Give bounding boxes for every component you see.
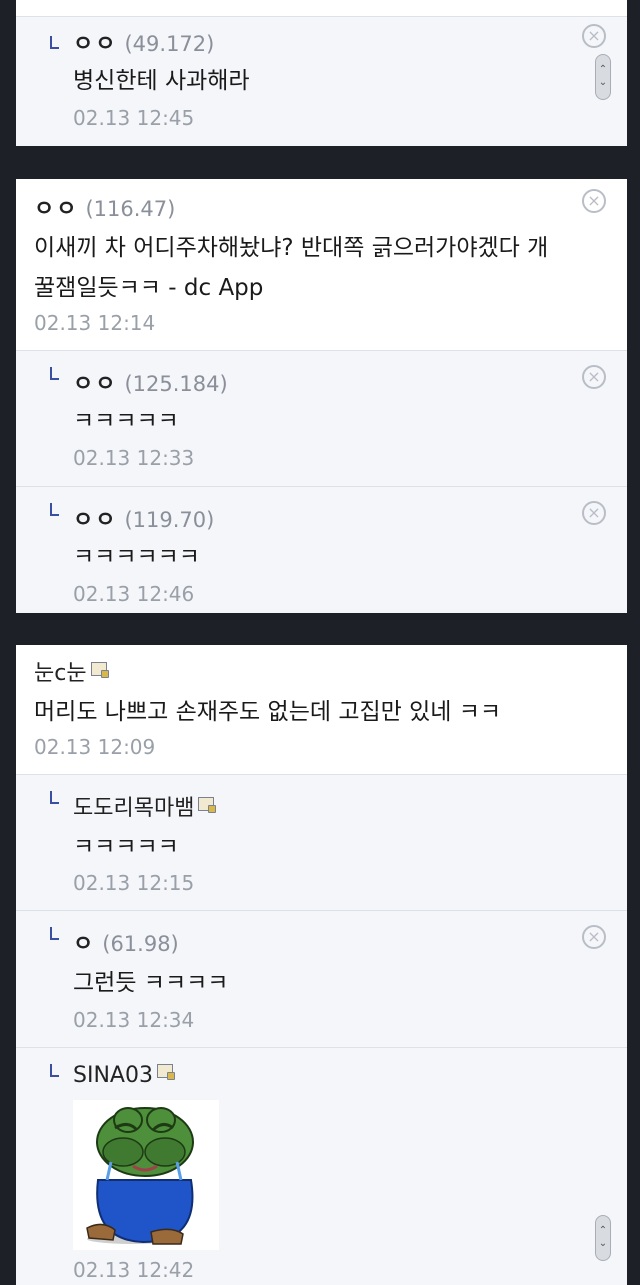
scroll-handle[interactable]: ⌃ ⌄ bbox=[595, 1215, 611, 1261]
ip-address: (61.98) bbox=[102, 932, 179, 956]
reply-arrow-icon bbox=[50, 36, 59, 49]
comment-author[interactable]: ㅇㅇ (116.47) bbox=[34, 191, 175, 223]
reply-item: 도도리목마뱀 ㅋㅋㅋㅋㅋ 02.13 12:15 bbox=[16, 774, 627, 910]
nickname: SINA03 bbox=[73, 1063, 153, 1088]
reply-text: ㅋㅋㅋㅋㅋ bbox=[73, 408, 179, 434]
gallery-member-icon bbox=[90, 662, 109, 678]
reply-author[interactable]: SINA03 bbox=[73, 1063, 175, 1088]
nickname: ㅇㅇ bbox=[73, 508, 118, 533]
delete-icon[interactable]: × bbox=[582, 365, 606, 389]
comment-text: 머리도 나쁘고 손재주도 없는데 고집만 있네 ㅋㅋ bbox=[34, 699, 502, 725]
reply-item: ㅇㅇ (125.184) ㅋㅋㅋㅋㅋ 02.13 12:33 × bbox=[16, 350, 627, 486]
reply-author[interactable]: ㅇㅇ (119.70) bbox=[73, 502, 214, 534]
reply-date: 02.13 12:33 bbox=[73, 446, 195, 470]
delete-icon[interactable]: × bbox=[582, 925, 606, 949]
nickname: ㅇㅇ bbox=[73, 32, 118, 57]
comment-block: 눈c눈 머리도 나쁘고 손재주도 없는데 고집만 있네 ㅋㅋ 02.13 12:… bbox=[16, 645, 627, 1285]
reply-author[interactable]: 도도리목마뱀 bbox=[73, 790, 217, 822]
ip-address: (49.172) bbox=[124, 32, 215, 56]
comment-text-line2: 꿀잼일듯ㅋㅋ - dc App bbox=[34, 275, 264, 301]
comment-text: 이새끼 차 어디주차해놨냐? 반대쪽 긁으러가야겠다 개 bbox=[34, 235, 549, 261]
sticker-image bbox=[86, 1107, 194, 1245]
comment-date: 02.13 12:09 bbox=[34, 735, 156, 759]
comment-block: ㅇㅇ (116.47) 이새끼 차 어디주차해놨냐? 반대쪽 긁으러가야겠다 개… bbox=[16, 179, 627, 613]
ip-address: (116.47) bbox=[85, 197, 176, 221]
gallery-member-icon bbox=[198, 797, 217, 813]
comment-screen: { "colors": { "background": "#1d2026", "… bbox=[0, 0, 640, 1285]
reply-item: ㅇ (61.98) 그런듯 ㅋㅋㅋㅋ 02.13 12:34 × bbox=[16, 910, 627, 1047]
comment-block: ㅇㅇ (49.172) 병신한테 사과해라 02.13 12:45 × ⌃ ⌄ bbox=[16, 0, 627, 146]
reply-text: ㅋㅋㅋㅋㅋ bbox=[73, 834, 179, 860]
reply-date: 02.13 12:45 bbox=[73, 106, 195, 130]
reply-date: 02.13 12:34 bbox=[73, 1008, 195, 1032]
reply-date: 02.13 12:46 bbox=[73, 582, 195, 606]
reply-arrow-icon bbox=[50, 503, 59, 516]
divider bbox=[16, 350, 627, 351]
divider bbox=[16, 774, 627, 775]
ip-address: (119.70) bbox=[124, 508, 215, 532]
divider bbox=[16, 16, 627, 17]
reply-author[interactable]: ㅇㅇ (49.172) bbox=[73, 26, 214, 58]
reply-arrow-icon bbox=[50, 1064, 59, 1077]
comment-author[interactable]: 눈c눈 bbox=[34, 655, 109, 687]
divider bbox=[16, 486, 627, 487]
reply-text: 그런듯 ㅋㅋㅋㅋ bbox=[73, 970, 229, 996]
reply-text: ㅋㅋㅋㅋㅋㅋ bbox=[73, 544, 200, 570]
comment-item: ㅇㅇ (116.47) 이새끼 차 어디주차해놨냐? 반대쪽 긁으러가야겠다 개… bbox=[16, 179, 627, 350]
delete-icon[interactable]: × bbox=[582, 189, 606, 213]
reply-date: 02.13 12:42 bbox=[73, 1258, 195, 1282]
ip-address: (125.184) bbox=[124, 372, 228, 396]
reply-text: 병신한테 사과해라 bbox=[73, 68, 250, 94]
nickname: ㅇ bbox=[73, 932, 96, 957]
nickname: 도도리목마뱀 bbox=[73, 796, 195, 821]
nickname: ㅇㅇ bbox=[73, 372, 118, 397]
reply-author[interactable]: ㅇㅇ (125.184) bbox=[73, 366, 228, 398]
divider bbox=[16, 910, 627, 911]
reply-item: SINA03 02.13 12:42 ⌃ ⌄ bbox=[16, 1047, 627, 1285]
gallery-member-icon bbox=[156, 1064, 175, 1080]
nickname: ㅇㅇ bbox=[34, 197, 79, 222]
comment-item: 눈c눈 머리도 나쁘고 손재주도 없는데 고집만 있네 ㅋㅋ 02.13 12:… bbox=[16, 645, 627, 774]
reply-item: ㅇㅇ (49.172) 병신한테 사과해라 02.13 12:45 × ⌃ ⌄ bbox=[16, 16, 627, 146]
reply-author[interactable]: ㅇ (61.98) bbox=[73, 926, 179, 958]
delete-icon[interactable]: × bbox=[582, 501, 606, 525]
crying-pepe-frog-sticker bbox=[73, 1100, 219, 1250]
reply-arrow-icon bbox=[50, 791, 59, 804]
reply-arrow-icon bbox=[50, 367, 59, 380]
reply-item: ㅇㅇ (119.70) ㅋㅋㅋㅋㅋㅋ 02.13 12:46 × bbox=[16, 486, 627, 613]
divider bbox=[16, 1047, 627, 1048]
delete-icon[interactable]: × bbox=[582, 24, 606, 48]
nickname: 눈c눈 bbox=[34, 661, 87, 686]
reply-arrow-icon bbox=[50, 927, 59, 940]
comment-date: 02.13 12:14 bbox=[34, 311, 156, 335]
scroll-handle[interactable]: ⌃ ⌄ bbox=[595, 54, 611, 100]
reply-date: 02.13 12:15 bbox=[73, 871, 195, 895]
